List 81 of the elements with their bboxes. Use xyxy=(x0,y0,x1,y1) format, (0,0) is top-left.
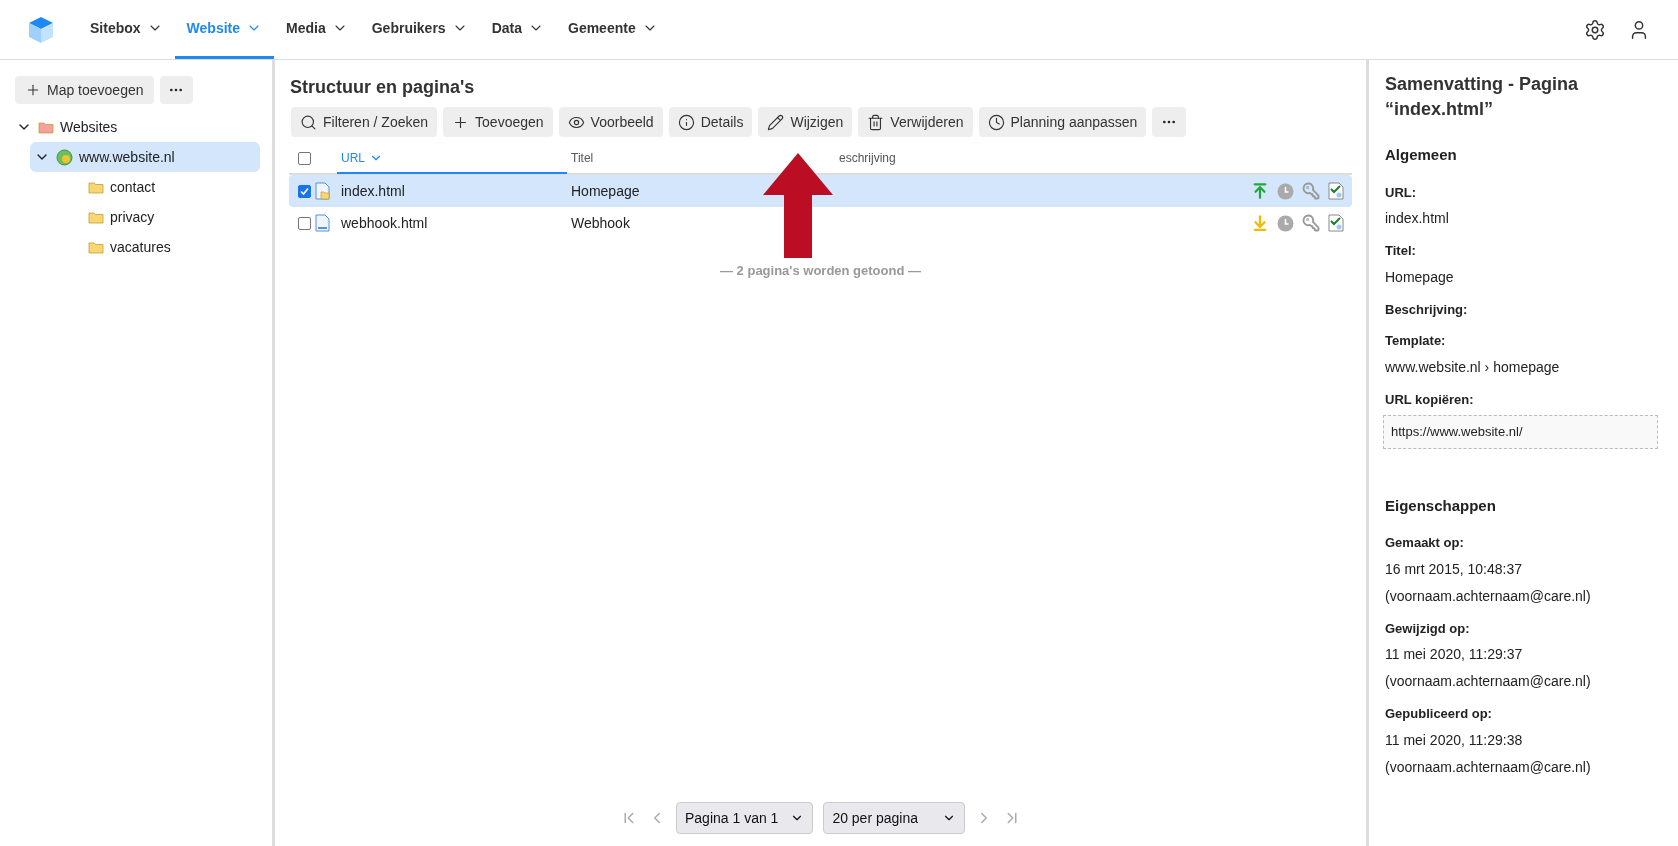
key-icon[interactable] xyxy=(1302,214,1320,232)
field-label: Gewijzigd op: xyxy=(1385,619,1471,638)
field-value: (voornaam.achternaam@care.nl) xyxy=(1385,757,1592,777)
pencil-icon xyxy=(767,113,785,131)
cube-logo[interactable] xyxy=(28,15,54,44)
document-check-icon[interactable] xyxy=(1328,214,1344,232)
tree-label: contact xyxy=(110,177,156,197)
tree-item[interactable]: Websites xyxy=(12,112,260,142)
tree-item[interactable]: contact xyxy=(84,172,260,202)
row-count: — 2 pagina's worden getoond — xyxy=(719,262,922,280)
page-title: Structuur en pagina's xyxy=(290,76,476,99)
field-value: (voornaam.achternaam@care.nl) xyxy=(1385,586,1592,606)
folder-icon xyxy=(88,180,104,194)
field-label: Beschrijving: xyxy=(1385,300,1469,319)
table-cell-text: webhook.html xyxy=(340,213,429,233)
tree-label: vacatures xyxy=(110,237,171,257)
table-row[interactable]: index.html Homepage xyxy=(289,175,1352,207)
globe-icon xyxy=(56,148,73,166)
field-value: index.html xyxy=(1385,209,1450,228)
page-icon xyxy=(315,182,330,200)
toolbar-button[interactable]: Details xyxy=(668,107,753,137)
checkbox[interactable] xyxy=(298,184,311,198)
nav-tab[interactable]: Media xyxy=(274,0,360,59)
toolbar-button[interactable]: Wijzigen xyxy=(758,107,853,137)
nav-tab[interactable]: Gemeente xyxy=(556,0,670,59)
table-cell-text: Homepage xyxy=(570,181,641,201)
field-label: Template: xyxy=(1385,332,1447,350)
field-value: www.website.nl › homepage xyxy=(1385,357,1561,377)
page-size-select[interactable]: 20 per pagina xyxy=(823,802,965,834)
field-label: Gepubliceerd op: xyxy=(1385,705,1493,723)
toolbar-button[interactable]: Verwijderen xyxy=(858,107,973,137)
field-value: 11 mei 2020, 11:29:37 xyxy=(1385,645,1524,664)
field-label: Gemaakt op: xyxy=(1385,534,1465,552)
toolbar-button[interactable]: Voorbeeld xyxy=(558,107,663,137)
field-value: 16 mrt 2015, 10:48:37 xyxy=(1385,559,1523,579)
nav-tab[interactable]: Gebruikers xyxy=(359,0,480,59)
field-value: 11 mei 2020, 11:29:38 xyxy=(1385,730,1524,750)
tree-label: privacy xyxy=(110,207,155,227)
plus-icon[interactable] xyxy=(25,82,41,98)
nav-tab[interactable]: Sitebox xyxy=(78,0,175,59)
folder-icon xyxy=(38,120,54,134)
document-check-icon[interactable] xyxy=(1328,182,1344,200)
field-label: URL kopiëren: xyxy=(1385,390,1475,409)
nav-tab[interactable]: Website xyxy=(174,0,274,59)
section-heading: Algemeen xyxy=(1385,145,1458,165)
section-heading: Eigenschappen xyxy=(1385,495,1497,516)
table-row[interactable]: webhook.html Webhook xyxy=(289,207,1352,239)
clock-icon[interactable] xyxy=(1277,214,1294,232)
table-cell-text: Webhook xyxy=(570,213,631,233)
trash-icon xyxy=(867,113,885,131)
tree-label: www.website.nl xyxy=(79,147,175,167)
settings-icon[interactable] xyxy=(1584,18,1606,41)
field-label: Titel: xyxy=(1385,242,1417,260)
url-copy-field[interactable]: https://www.website.nl/ xyxy=(1383,415,1658,449)
field-label: URL: xyxy=(1385,183,1418,202)
folder-icon xyxy=(88,210,104,224)
column-header[interactable]: Titel xyxy=(567,149,594,167)
nav-tab[interactable]: Data xyxy=(479,0,556,59)
checkbox[interactable] xyxy=(298,216,311,230)
field-value: Homepage xyxy=(1385,267,1455,287)
toolbar-button[interactable]: Planning aanpassen xyxy=(978,107,1147,137)
table-cell-text: index.html xyxy=(340,181,406,201)
tree-label: Websites xyxy=(60,117,118,137)
column-header[interactable]: URL xyxy=(337,149,383,167)
page-icon xyxy=(315,214,330,232)
toolbar-button[interactable]: Toevoegen xyxy=(443,107,553,137)
column-header[interactable]: eschrijving xyxy=(835,149,896,167)
page-select[interactable]: Pagina 1 van 1 xyxy=(675,802,814,834)
field-value: (voornaam.achternaam@care.nl) xyxy=(1385,672,1592,691)
summary-title: Samenvatting - Pagina “index.html” xyxy=(1385,73,1580,121)
upload-icon[interactable] xyxy=(1251,182,1269,200)
checkbox[interactable] xyxy=(298,151,311,165)
toolbar-button[interactable]: Filteren / Zoeken xyxy=(291,107,438,137)
info-icon xyxy=(677,113,695,131)
search-icon xyxy=(300,113,317,131)
add-folder-button[interactable]: Map toevoegen xyxy=(15,76,154,104)
tree-item[interactable]: vacatures xyxy=(84,232,260,262)
clock-icon xyxy=(987,113,1005,131)
tree-item[interactable]: www.website.nl xyxy=(30,142,260,172)
folder-icon xyxy=(88,240,104,254)
tree-item[interactable]: privacy xyxy=(84,202,260,232)
